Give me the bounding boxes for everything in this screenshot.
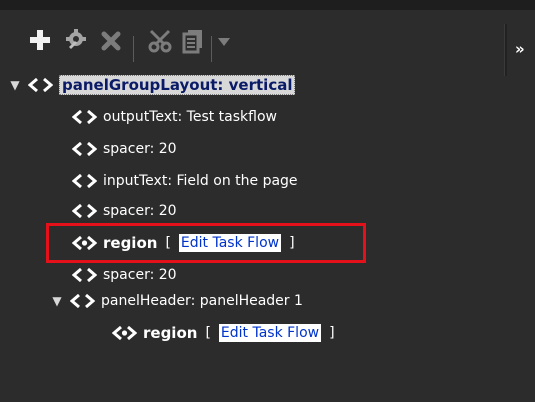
tree-node[interactable]: inputText: Field on the page bbox=[72, 170, 298, 192]
region-icon bbox=[112, 325, 137, 341]
tree-node[interactable]: spacer: 20 bbox=[72, 264, 177, 286]
tree-node-label: spacer: 20 bbox=[103, 267, 177, 283]
component-tag-icon bbox=[72, 141, 97, 157]
component-tag-icon bbox=[28, 77, 53, 93]
bracket-open: [ bbox=[205, 325, 211, 341]
expand-triangle-icon[interactable]: ▼ bbox=[8, 78, 22, 92]
tree-node[interactable]: spacer: 20 bbox=[72, 200, 177, 222]
delete-icon[interactable] bbox=[100, 30, 122, 52]
tree-node-label: inputText: Field on the page bbox=[103, 173, 298, 189]
component-tag-icon bbox=[72, 109, 97, 125]
component-tag-icon bbox=[72, 267, 97, 283]
tree-node-panelheader[interactable]: ▼ panelHeader: panelHeader 1 bbox=[50, 290, 303, 312]
plus-icon[interactable] bbox=[28, 28, 52, 52]
dropdown-arrow-icon[interactable] bbox=[216, 36, 232, 48]
tree-node-region[interactable]: region [ Edit Task Flow ] bbox=[112, 322, 343, 344]
structure-panel: » ▼ panelGroupLayout: vertical outputTex… bbox=[0, 0, 535, 402]
bracket-close: ] bbox=[329, 325, 335, 341]
toolbar-separator bbox=[211, 36, 212, 62]
tree-node-label: panelGroupLayout: vertical bbox=[59, 75, 296, 95]
tree-node-label: region bbox=[143, 324, 198, 342]
toolbar-overflow-button[interactable]: » bbox=[515, 40, 525, 58]
component-tag-icon bbox=[70, 293, 95, 309]
component-tag-icon bbox=[72, 173, 97, 189]
toolbar-separator bbox=[133, 36, 134, 62]
tree-node-label: panelHeader: panelHeader 1 bbox=[101, 293, 303, 309]
component-tag-icon bbox=[72, 203, 97, 219]
cut-icon[interactable] bbox=[146, 28, 174, 54]
tree-node-label: spacer: 20 bbox=[103, 141, 177, 157]
tree-node-label: outputText: Test taskflow bbox=[103, 109, 277, 125]
edit-task-flow-link[interactable]: Edit Task Flow bbox=[218, 324, 322, 342]
tree-node-label: spacer: 20 bbox=[103, 203, 177, 219]
panel-top-strip bbox=[0, 0, 535, 10]
expand-triangle-icon[interactable]: ▼ bbox=[50, 294, 64, 308]
tree-node-root[interactable]: ▼ panelGroupLayout: vertical bbox=[8, 74, 296, 96]
toolbar: » bbox=[0, 10, 535, 76]
tree-node[interactable]: spacer: 20 bbox=[72, 138, 177, 160]
annotation-highlight-box bbox=[46, 223, 366, 263]
gear-icon[interactable] bbox=[62, 26, 90, 54]
tree-node[interactable]: outputText: Test taskflow bbox=[72, 106, 277, 128]
copy-icon[interactable] bbox=[180, 27, 206, 55]
